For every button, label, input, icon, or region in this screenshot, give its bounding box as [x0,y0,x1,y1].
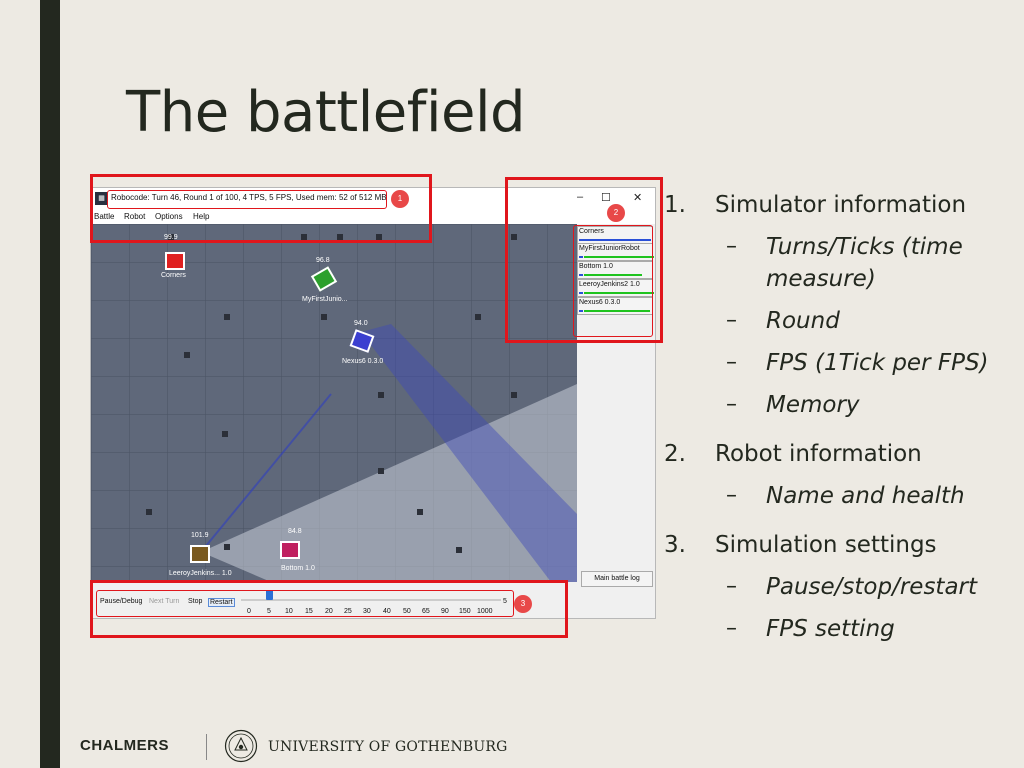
highlight-robot-list-outline [573,225,653,337]
robot-name: MyFirstJunio... [302,296,348,303]
list-number: 2. [664,441,686,467]
robot-energy: 96.8 [316,257,330,264]
list-item-text: Simulation settings [715,532,937,558]
list-item-text: Simulator information [715,192,967,218]
sub-item-text: FPS setting [766,616,895,642]
robot-nexus6[interactable] [349,328,375,353]
tank-icon [190,545,210,563]
annotation-badge-3: 3 [514,595,532,613]
robot-leeroyjenkins[interactable] [187,542,211,564]
list-number: 3. [664,532,686,558]
robot-energy: 94.0 [354,320,368,327]
sub-item-text: Pause/stop/restart [766,574,978,600]
sub-item-text: Round [766,308,840,334]
slide-left-bar [40,0,60,768]
slide-title: The battlefield [126,80,526,145]
dash-bullet: – [726,308,737,333]
main-battle-log-button[interactable]: Main battle log [581,571,653,587]
dash-bullet: – [726,574,737,599]
robot-corners[interactable] [161,246,185,270]
tank-icon [349,329,375,353]
gothenburg-university-seal-icon [224,729,258,763]
robot-name: Bottom 1.0 [281,565,315,572]
sub-item-text: Turns/Ticks (time [766,234,963,260]
list-item-text: Robot information [715,441,922,467]
robot-name: LeeroyJenkins... 1.0 [169,570,232,577]
robot-name: Corners [161,272,186,279]
highlight-controls-outline [96,590,514,617]
list-number: 1. [664,192,686,218]
dash-bullet: – [726,483,737,508]
footer-divider [206,734,207,760]
tank-icon [165,252,185,270]
sub-item-text: Name and health [766,483,965,509]
dash-bullet: – [726,234,737,259]
annotation-badge-2: 2 [607,204,625,222]
annotation-badge-1: 1 [391,190,409,208]
robot-energy: 101.9 [191,532,209,539]
dash-bullet: – [726,392,737,417]
gothenburg-logo-text: UNIVERSITY OF GOTHENBURG [268,739,508,755]
chalmers-logo: CHALMERS [80,737,169,754]
dash-bullet: – [726,616,737,641]
dash-bullet: – [726,350,737,375]
robot-myfirstjunior[interactable] [310,266,338,292]
robot-energy: 84.8 [288,528,302,535]
highlight-title-outline [107,190,387,209]
tank-icon [280,541,300,559]
tank-icon [310,266,338,292]
robot-name: Nexus6 0.3.0 [342,358,384,365]
sub-item-text: measure) [766,266,876,292]
robot-bottom[interactable] [277,538,301,560]
sub-item-text: Memory [766,392,860,418]
sub-item-text: FPS (1Tick per FPS) [766,350,989,376]
